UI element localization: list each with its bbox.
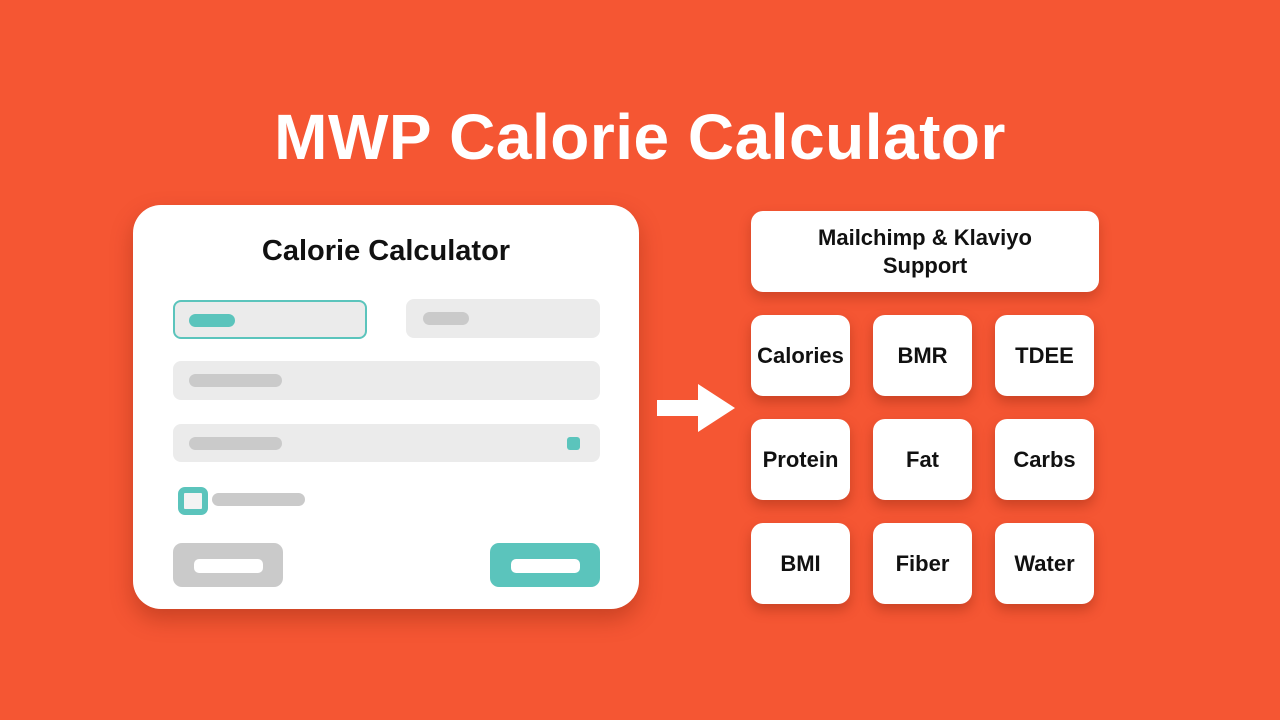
checkbox[interactable] xyxy=(178,487,208,515)
metric-tile-tdee: TDEE xyxy=(995,315,1094,396)
support-line-1: Mailchimp & Klaviyo xyxy=(818,224,1032,250)
metric-tile-bmi: BMI xyxy=(751,523,850,604)
select-field[interactable] xyxy=(173,424,600,462)
metric-tile-calories: Calories xyxy=(751,315,850,396)
input-placeholder xyxy=(189,314,235,327)
metric-tile-protein: Protein xyxy=(751,419,850,500)
button-label-placeholder xyxy=(194,559,263,573)
metric-tile-carbs: Carbs xyxy=(995,419,1094,500)
integration-support-box: Mailchimp & Klaviyo Support xyxy=(751,211,1099,292)
calculator-card: Calorie Calculator xyxy=(133,205,639,609)
metric-tile-fat: Fat xyxy=(873,419,972,500)
metric-tile-water: Water xyxy=(995,523,1094,604)
metric-tile-fiber: Fiber xyxy=(873,523,972,604)
checkbox-label-placeholder xyxy=(212,493,305,506)
select-placeholder xyxy=(189,437,282,450)
metric-tile-bmr: BMR xyxy=(873,315,972,396)
calculator-card-title: Calorie Calculator xyxy=(261,235,511,267)
support-line-2: Support xyxy=(882,252,968,278)
button-label-placeholder xyxy=(511,559,580,573)
input-field-1[interactable] xyxy=(173,300,367,339)
page-title: MWP Calorie Calculator xyxy=(274,101,1006,173)
primary-button[interactable] xyxy=(490,543,600,587)
dropdown-indicator-icon xyxy=(567,437,580,450)
input-field-3[interactable] xyxy=(173,361,600,400)
secondary-button[interactable] xyxy=(173,543,283,587)
arrow-right-icon xyxy=(657,384,735,432)
input-placeholder xyxy=(423,312,469,325)
input-field-2[interactable] xyxy=(406,299,600,338)
input-placeholder xyxy=(189,374,282,387)
